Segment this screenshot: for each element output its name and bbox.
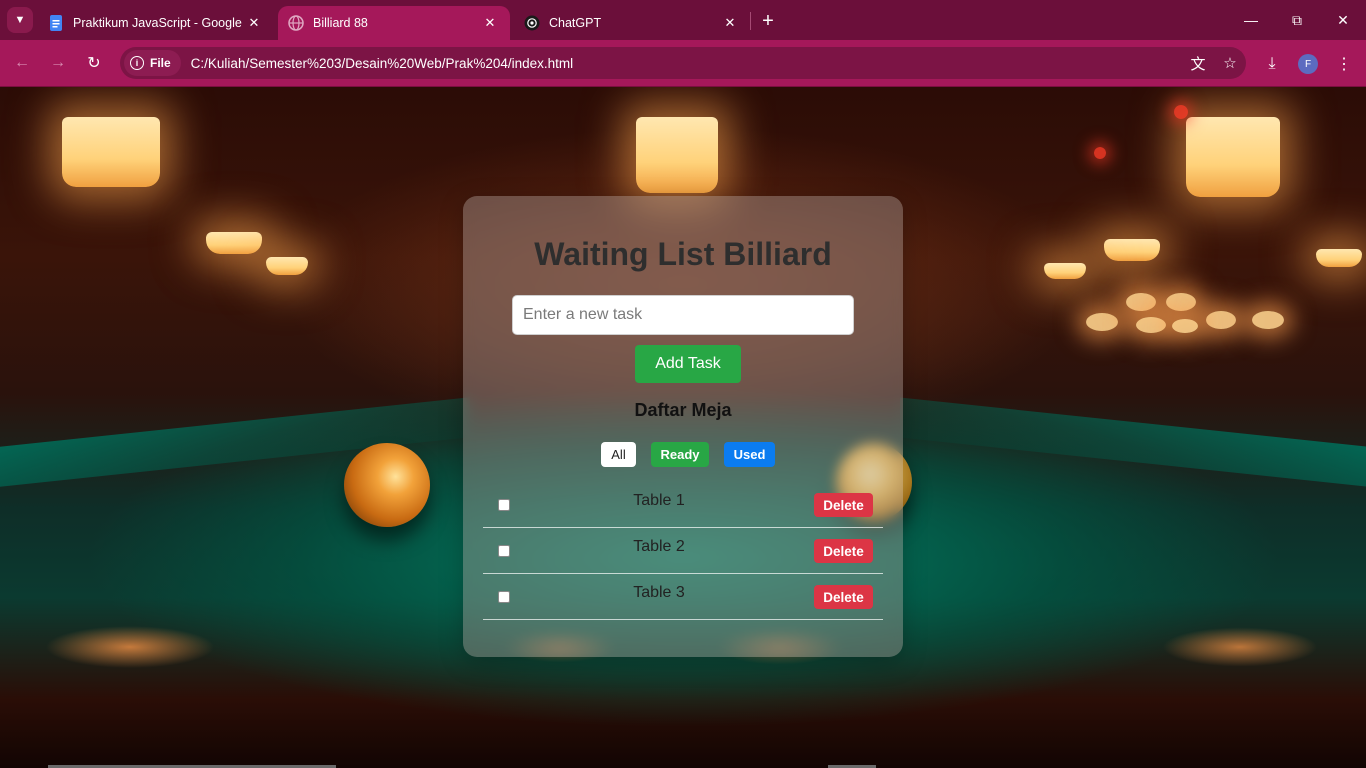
close-window-button[interactable]: ✕ xyxy=(1328,8,1358,32)
light-glow xyxy=(1126,293,1156,311)
site-info-chip[interactable]: i File xyxy=(124,50,181,76)
table-list: Table 1 Delete Table 2 Delete Table 3 De… xyxy=(483,482,883,620)
filter-ready-button[interactable]: Ready xyxy=(651,442,709,467)
list-item: Table 2 Delete xyxy=(483,528,883,574)
downloads-button[interactable]: ⤓ xyxy=(1259,51,1285,77)
light-glow xyxy=(1252,311,1284,329)
site-info-label: File xyxy=(150,56,171,70)
table-name: Table 3 xyxy=(633,584,685,601)
light-glow xyxy=(1136,317,1166,333)
add-task-button[interactable]: Add Task xyxy=(635,345,741,383)
tab-search-button[interactable]: ▼ xyxy=(7,7,33,33)
kebab-menu-icon: ⋮ xyxy=(1336,56,1352,73)
chevron-down-icon: ▼ xyxy=(14,14,26,26)
tab-title: Billiard 88 xyxy=(313,16,368,30)
list-item: Table 3 Delete xyxy=(483,574,883,620)
lamp-light xyxy=(1186,117,1280,197)
filter-used-button[interactable]: Used xyxy=(724,442,775,467)
table-name: Table 2 xyxy=(633,538,685,555)
list-title: Daftar Meja xyxy=(634,400,732,420)
tab-billiard-88[interactable]: Billiard 88 ✕ xyxy=(278,6,510,40)
address-bar[interactable]: i File C:/Kuliah/Semester%203/Desain%20W… xyxy=(120,47,1246,79)
lamp-light xyxy=(1316,249,1362,267)
avatar: F xyxy=(1298,54,1318,74)
restore-button[interactable]: ⧉ xyxy=(1282,8,1312,32)
download-icon: ⤓ xyxy=(1268,55,1276,72)
lamp-light xyxy=(62,117,160,187)
browser-toolbar: ← → ↻ i File C:/Kuliah/Semester%203/Desa… xyxy=(0,40,1366,87)
tab-separator xyxy=(750,12,751,30)
globe-icon xyxy=(288,15,304,31)
plus-icon: + xyxy=(762,9,774,32)
arrow-left-icon: ← xyxy=(14,54,30,71)
lamp-light xyxy=(1104,239,1160,261)
close-icon[interactable]: ✕ xyxy=(480,13,500,33)
light-glow xyxy=(1094,147,1106,159)
delete-button[interactable]: Delete xyxy=(814,539,873,563)
reload-icon: ↻ xyxy=(87,55,101,72)
back-button[interactable]: ← xyxy=(10,51,34,75)
arrow-right-icon: → xyxy=(50,54,66,71)
light-glow xyxy=(1172,319,1198,333)
task-input[interactable] xyxy=(512,295,854,335)
lamp-light xyxy=(206,232,262,254)
delete-button[interactable]: Delete xyxy=(814,585,873,609)
url-text[interactable]: C:/Kuliah/Semester%203/Desain%20Web/Prak… xyxy=(191,56,1182,71)
lamp-light xyxy=(1044,263,1086,279)
tab-strip: ▼ Praktikum JavaScript - Google D ✕ Bill… xyxy=(0,0,1366,40)
menu-button[interactable]: ⋮ xyxy=(1331,51,1357,77)
star-icon[interactable]: ☆ xyxy=(1214,50,1246,76)
orange-ball xyxy=(344,443,430,527)
page-title: Waiting List Billiard xyxy=(534,236,832,272)
minimize-icon: — xyxy=(1244,12,1258,28)
close-icon: ✕ xyxy=(1337,11,1349,28)
close-icon[interactable]: ✕ xyxy=(244,13,264,33)
minimize-button[interactable]: — xyxy=(1236,8,1266,32)
light-glow xyxy=(1166,293,1196,311)
table-rail-right xyxy=(900,397,1366,487)
profile-button[interactable]: F xyxy=(1295,51,1321,77)
table-name: Table 1 xyxy=(633,492,685,509)
new-tab-button[interactable]: + xyxy=(756,9,780,33)
translate-icon[interactable]: 文 xyxy=(1182,50,1214,76)
chatgpt-icon xyxy=(524,15,540,31)
google-docs-icon xyxy=(50,15,62,31)
light-glow xyxy=(1206,311,1236,329)
tab-title: ChatGPT xyxy=(549,16,602,30)
tab-title: Praktikum JavaScript - Google D xyxy=(73,16,244,30)
forward-button[interactable]: → xyxy=(46,51,70,75)
page-background: Waiting List Billiard Add Task Daftar Me… xyxy=(0,87,1366,768)
reload-button[interactable]: ↻ xyxy=(82,51,106,75)
tab-google-docs[interactable]: Praktikum JavaScript - Google D ✕ xyxy=(38,6,274,40)
lamp-light xyxy=(266,257,308,275)
list-item: Table 1 Delete xyxy=(483,482,883,528)
delete-button[interactable]: Delete xyxy=(814,493,873,517)
restore-icon: ⧉ xyxy=(1292,11,1302,28)
filter-all-button[interactable]: All xyxy=(601,442,636,467)
lamp-light xyxy=(636,117,718,193)
light-glow xyxy=(1086,313,1118,331)
close-icon[interactable]: ✕ xyxy=(720,13,740,33)
waiting-list-card: Waiting List Billiard Add Task Daftar Me… xyxy=(463,196,903,657)
tab-chatgpt[interactable]: ChatGPT ✕ xyxy=(514,6,750,40)
light-glow xyxy=(1174,105,1188,119)
info-icon: i xyxy=(130,56,144,70)
